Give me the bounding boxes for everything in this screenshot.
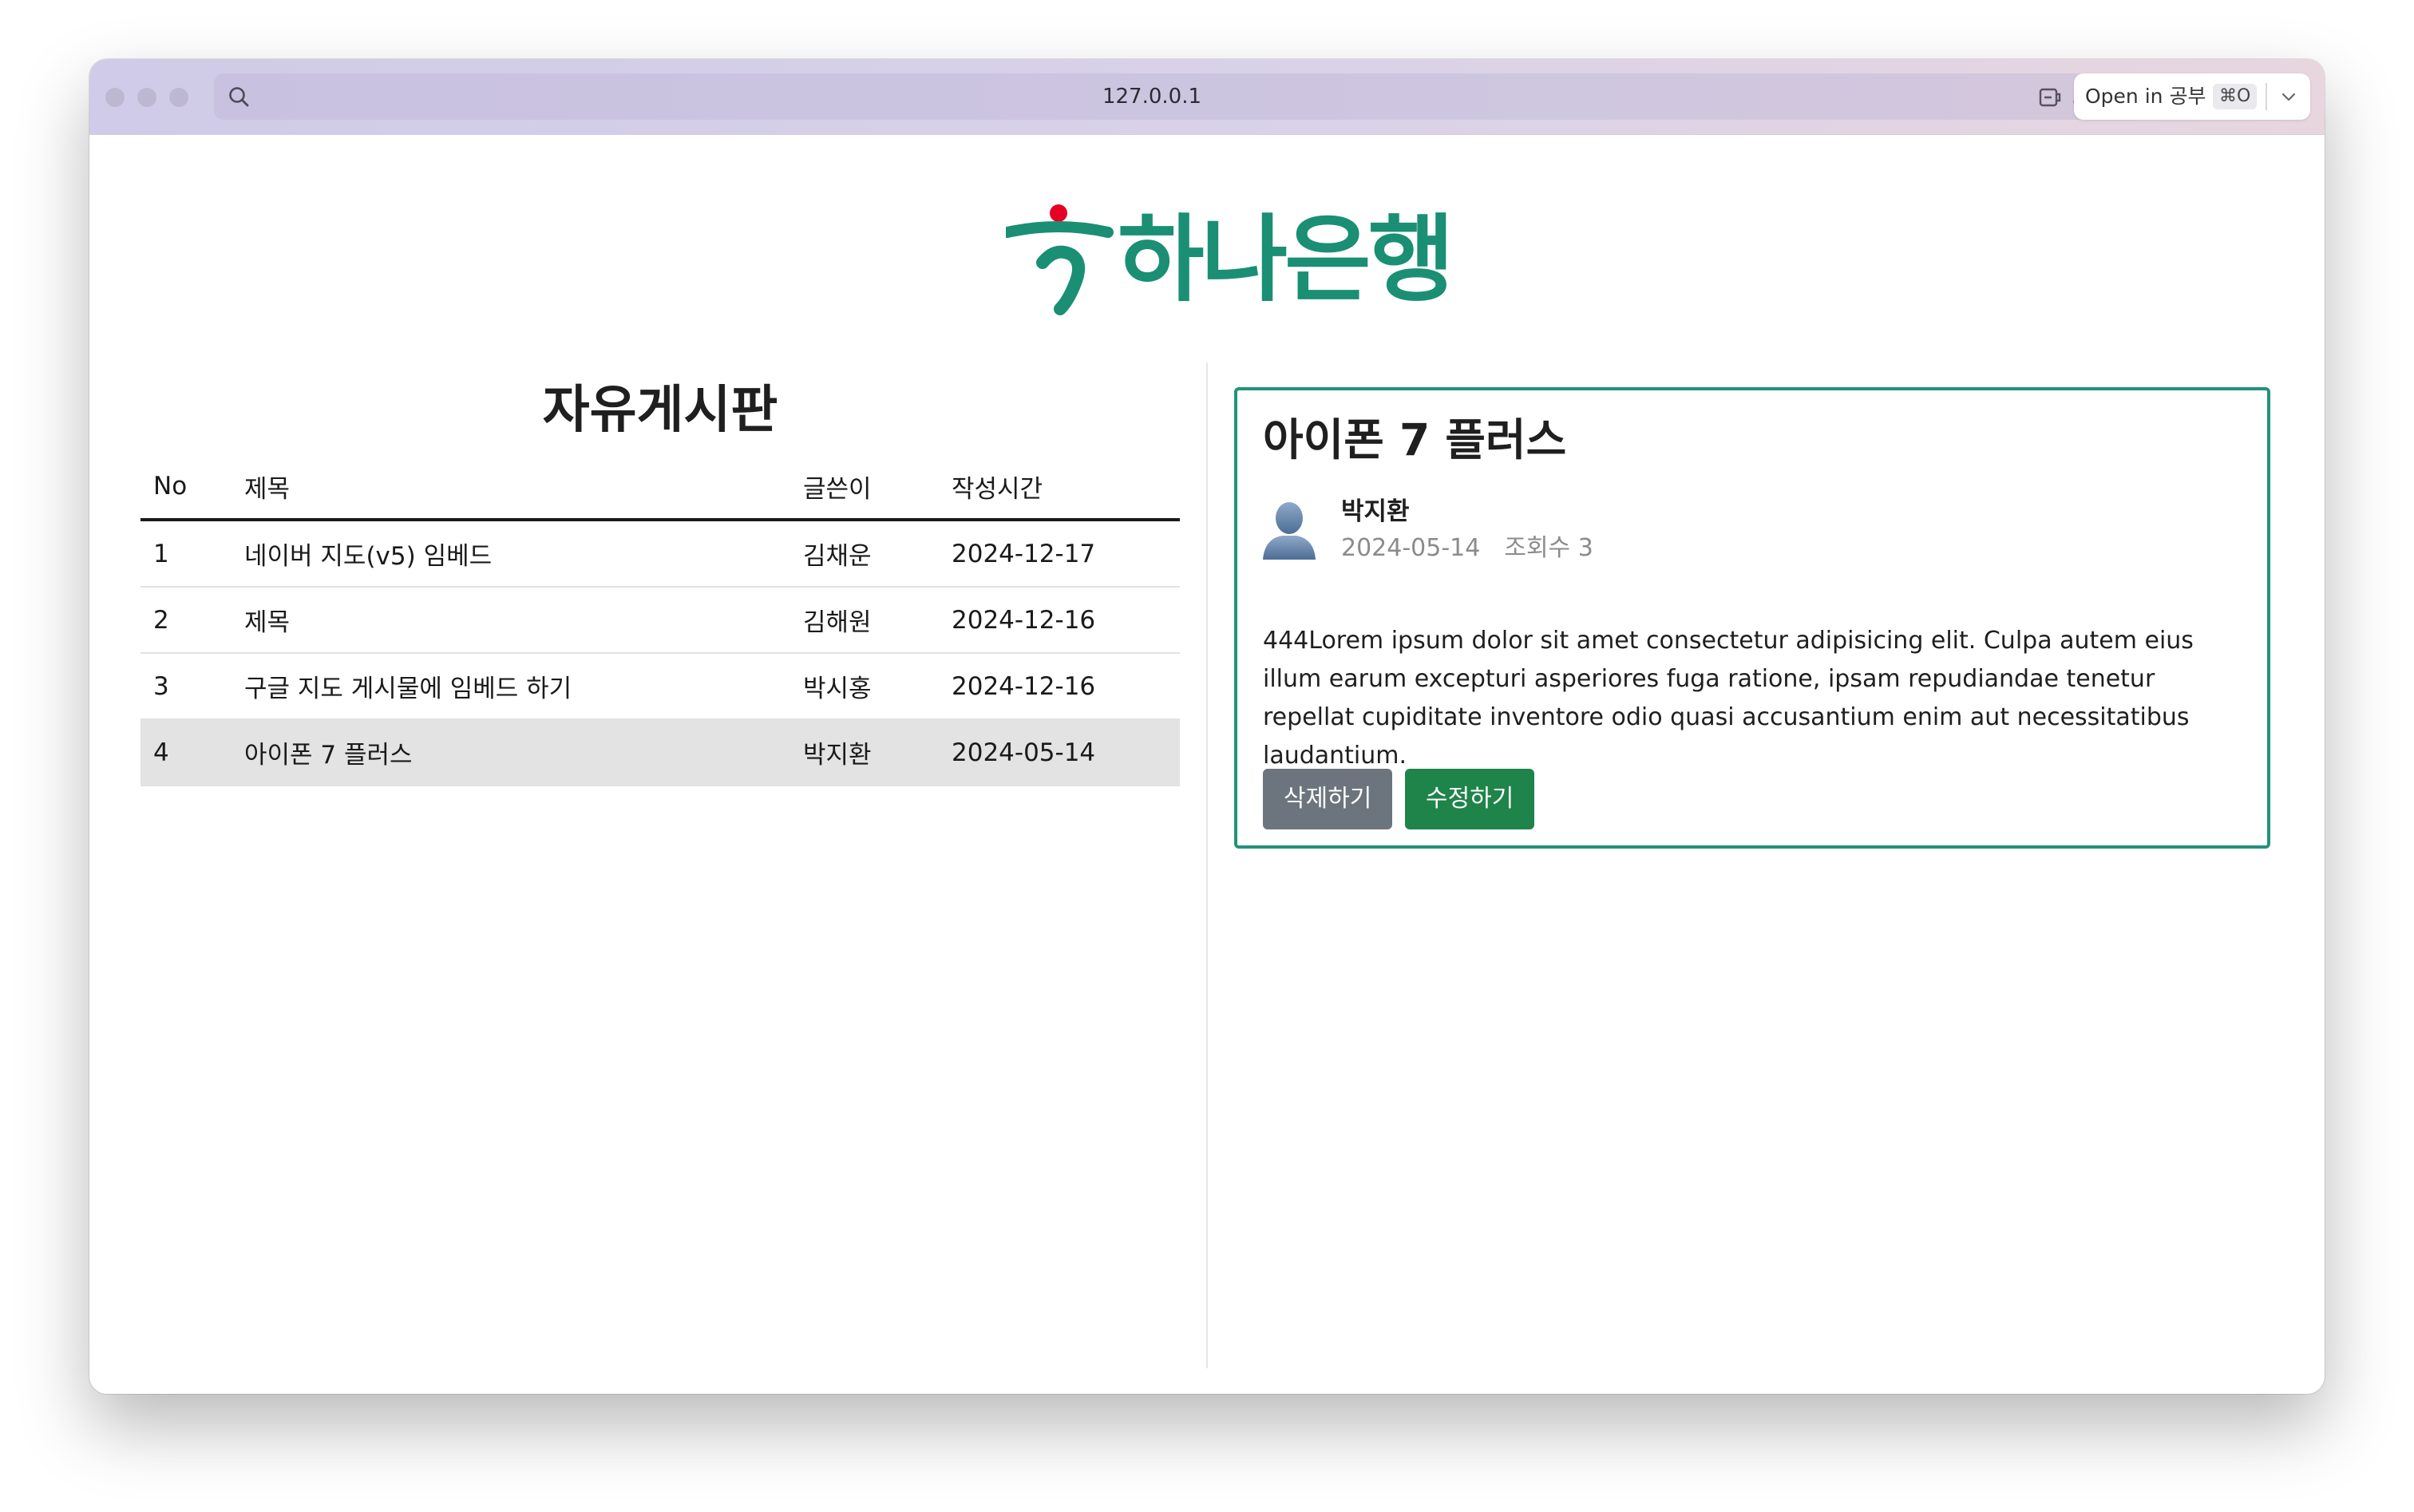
edit-button[interactable]: 수정하기 (1405, 769, 1535, 829)
column-header-title: 제목 (232, 454, 790, 521)
row-no: 4 (140, 719, 232, 786)
open-in-app-button[interactable]: Open in 공부 ⌘O (2074, 73, 2310, 120)
row-date: 2024-12-16 (939, 653, 1180, 720)
row-title[interactable]: 제목 (232, 587, 790, 654)
row-title[interactable]: 아이폰 7 플러스 (232, 719, 790, 786)
board-title: 자유게시판 (542, 381, 778, 440)
page-content: 하나은행 자유게시판 No 제목 글쓴이 작성시간 1 네이버 지도(v5) 임… (89, 135, 2325, 1394)
row-no: 3 (140, 653, 232, 720)
shortcut-badge: ⌘O (2213, 84, 2258, 109)
screen: 127.0.0.1 Open in 공부 ⌘O 하나은행 자유게시판 No 제목… (0, 0, 2414, 1512)
close-window-button[interactable] (105, 88, 125, 107)
row-title[interactable]: 네이버 지도(v5) 임베드 (232, 520, 790, 588)
row-author: 김채운 (790, 520, 939, 588)
post-detail-card: 아이폰 7 플러스 박지환 2024-05-14 조회수 3 444Lorem … (1234, 387, 2270, 849)
avatar-icon (1263, 502, 1316, 560)
hana-bank-logo[interactable]: 하나은행 (1002, 202, 1454, 322)
table-row[interactable]: 2 제목 김해원 2024-12-16 (140, 587, 1180, 654)
column-header-no: No (140, 454, 232, 521)
post-meta: 2024-05-14 조회수 3 (1341, 531, 1593, 566)
minimize-window-button[interactable] (137, 88, 156, 107)
separator (2266, 83, 2267, 110)
table-row-selected[interactable]: 4 아이폰 7 플러스 박지환 2024-05-14 (140, 719, 1180, 786)
table-row[interactable]: 3 구글 지도 게시물에 임베드 하기 박시홍 2024-12-16 (140, 653, 1180, 720)
extension-icon[interactable] (2037, 85, 2063, 110)
row-author: 김해원 (790, 587, 939, 654)
post-author: 박지환 (1341, 497, 1410, 526)
chevron-down-icon[interactable] (2278, 86, 2299, 107)
post-body: 444Lorem ipsum dolor sit amet consectetu… (1263, 627, 2194, 770)
post-date: 2024-05-14 (1341, 534, 1481, 562)
url-text: 127.0.0.1 (1102, 85, 1202, 109)
column-header-author: 글쓴이 (790, 454, 939, 521)
zoom-window-button[interactable] (169, 88, 188, 107)
row-date: 2024-12-17 (939, 520, 1180, 588)
logo-text: 하나은행 (1118, 204, 1454, 315)
row-author: 박지환 (790, 719, 939, 786)
address-bar[interactable]: 127.0.0.1 (214, 73, 2091, 120)
row-no: 1 (140, 520, 232, 588)
open-in-label: Open in 공부 (2085, 85, 2206, 108)
browser-window: 127.0.0.1 Open in 공부 ⌘O 하나은행 자유게시판 No 제목… (89, 59, 2325, 1394)
post-title: 아이폰 7 플러스 (1263, 414, 1567, 465)
hana-symbol-icon (1002, 204, 1114, 315)
table-row[interactable]: 1 네이버 지도(v5) 임베드 김채운 2024-12-17 (140, 520, 1180, 588)
post-table: No 제목 글쓴이 작성시간 1 네이버 지도(v5) 임베드 김채운 2024… (140, 454, 1180, 786)
column-header-date: 작성시간 (939, 454, 1180, 521)
row-date: 2024-12-16 (939, 587, 1180, 654)
delete-button[interactable]: 삭제하기 (1263, 769, 1393, 829)
row-no: 2 (140, 587, 232, 654)
row-date: 2024-05-14 (939, 719, 1180, 786)
table-header-row: No 제목 글쓴이 작성시간 (140, 454, 1180, 521)
column-divider (1206, 362, 1208, 1368)
row-author: 박시홍 (790, 653, 939, 720)
browser-titlebar: 127.0.0.1 Open in 공부 ⌘O (89, 59, 2325, 135)
row-title[interactable]: 구글 지도 게시물에 임베드 하기 (232, 653, 790, 720)
post-views: 조회수 3 (1504, 534, 1593, 562)
